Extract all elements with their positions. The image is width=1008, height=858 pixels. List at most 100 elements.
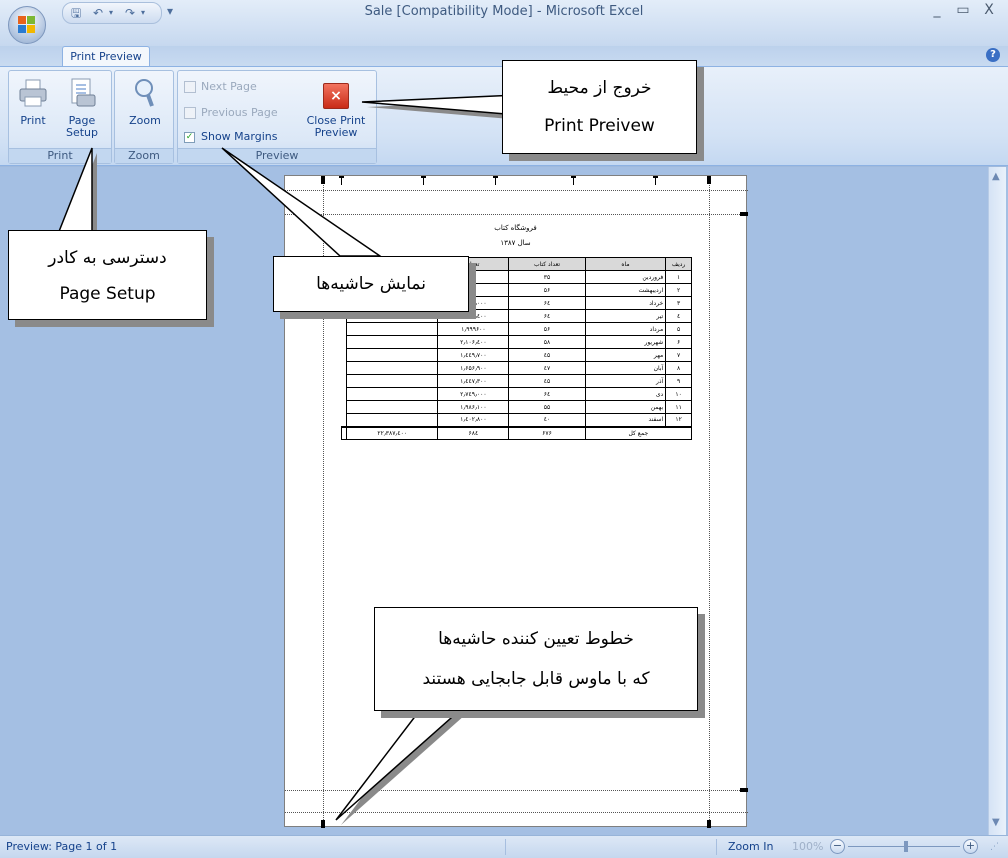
table-row: ۱۰ دی ۶٤ ۲٫۷٤۹٫۰۰۰ — [342, 387, 692, 401]
zoom-group: Zoom Zoom — [114, 70, 174, 164]
zoom-slider-thumb[interactable] — [904, 841, 908, 852]
previous-page-button[interactable]: Previous Page — [184, 105, 278, 121]
zoom-in-label: Zoom In — [728, 840, 774, 853]
table-row: ۹ آذر ٤۵ ۱٫٤٤۷٫۳۰۰ — [342, 374, 692, 388]
show-margins-checkbox[interactable]: ✓ Show Margins — [184, 129, 277, 145]
right-margin-handle-bottom[interactable] — [707, 820, 711, 828]
next-page-button[interactable]: Next Page — [184, 79, 257, 95]
amount-cell: ۱٫۹۸۶٫۱۰۰ — [437, 400, 510, 414]
zoom-button[interactable]: Zoom — [123, 77, 167, 127]
top-margin-handle[interactable] — [740, 212, 748, 216]
right-margin-handle[interactable] — [707, 176, 711, 184]
previous-page-label: Previous Page — [201, 106, 278, 119]
exit-preview-callout: خروج از محیط Print Preivew — [502, 60, 697, 154]
column-handle[interactable] — [339, 176, 344, 185]
show-margins-callout: نمایش حاشیه‌ها — [273, 256, 469, 312]
close-print-preview-button[interactable]: × Close Print Preview — [300, 75, 372, 139]
row-number-cell: ۲ — [665, 283, 692, 297]
month-cell: بهمن — [584, 400, 667, 414]
header-margin-line[interactable] — [285, 190, 748, 191]
amount-cell: ۱٫۹۹۹۶۰۰ — [437, 322, 510, 336]
amount-cell: ۱٫٤٤۷٫۳۰۰ — [437, 374, 510, 388]
printer-icon — [18, 77, 48, 109]
print-group: Print Page Setup Print — [8, 70, 112, 164]
zoom-level[interactable]: 100% — [792, 840, 823, 853]
row-number-cell: ۱۱ — [665, 400, 692, 414]
empty-cell — [345, 400, 439, 414]
page-setup-callout: دسترسی به کادر Page Setup — [8, 230, 207, 320]
next-page-icon — [184, 81, 196, 93]
close-label-line2: Preview — [314, 126, 358, 139]
resize-grip-icon[interactable]: ⋰ — [990, 842, 999, 852]
month-cell: خرداد — [584, 296, 667, 310]
totals-books-cell: ۶۷۶ — [508, 425, 586, 440]
help-icon[interactable]: ? — [986, 48, 1000, 62]
totals-row: جمع کل ۶۷۶ ۶۸٤ ۲۲٫۳۸۷٫٤۰۰ — [341, 425, 693, 440]
right-margin-line[interactable] — [709, 176, 710, 828]
column-handle[interactable] — [653, 176, 658, 185]
totals-label: جمع کل — [584, 425, 693, 440]
page-setup-button[interactable]: Page Setup — [59, 77, 105, 139]
print-group-label: Print — [9, 148, 111, 163]
table-row: ۵ مرداد ۵۶ ۱٫۹۹۹۶۰۰ — [342, 322, 692, 336]
zoom-out-button[interactable]: − — [830, 839, 845, 854]
margin-lines-callout: خطوط تعیین کننده حاشیه‌ها که با ماوس قاب… — [374, 607, 698, 711]
table-row: ۸ آبان ٤۷ ۱٫۶۵۶٫۹۰۰ — [342, 361, 692, 375]
close-window-button[interactable]: X — [978, 2, 1000, 18]
footer-margin-line[interactable] — [285, 812, 748, 813]
checkmark-icon: ✓ — [184, 131, 195, 143]
empty-cell — [345, 322, 439, 336]
previous-page-icon — [184, 107, 196, 119]
column-handle[interactable] — [421, 176, 426, 185]
table-row: ۱۱ بهمن ۵۵ ۱٫۹۸۶٫۱۰۰ — [342, 400, 692, 414]
left-margin-handle[interactable] — [321, 176, 325, 184]
row-number-cell: ٤ — [665, 309, 692, 323]
month-cell: مهر — [584, 348, 667, 362]
books-cell: ٤۷ — [508, 361, 586, 375]
month-cell: آبان — [584, 361, 667, 375]
restore-button[interactable]: ▭ — [952, 2, 974, 18]
zoom-group-label: Zoom — [115, 148, 173, 163]
month-cell: اسفند — [584, 413, 667, 427]
table-row: ۱۲ اسفند ٤۰ ۱٫٤۰۲٫۸۰۰ — [342, 413, 692, 427]
minimize-button[interactable]: _ — [926, 2, 948, 18]
exit-callout-line2: Print Preivew — [544, 116, 655, 136]
amount-cell: ۱٫٤۰۲٫۸۰۰ — [437, 413, 510, 427]
status-divider — [716, 839, 717, 855]
table-row: ۷ مهر ٤۵ ۱٫٤٤۹٫۷۰۰ — [342, 348, 692, 362]
row-number-cell: ۷ — [665, 348, 692, 362]
top-margin-line[interactable] — [285, 214, 748, 215]
empty-cell — [341, 425, 347, 440]
books-cell: ۵۸ — [508, 335, 586, 349]
vertical-scrollbar[interactable]: ▲ ▼ — [988, 167, 1006, 835]
zoom-in-button[interactable]: + — [963, 839, 978, 854]
tab-print-preview[interactable]: Print Preview — [62, 46, 150, 67]
column-handle[interactable] — [571, 176, 576, 185]
print-button[interactable]: Print — [15, 77, 51, 127]
amount-cell: ۲٫۷٤۹٫۰۰۰ — [437, 387, 510, 401]
books-cell: ۶٤ — [508, 296, 586, 310]
totals-count-cell: ۶۸٤ — [437, 425, 510, 440]
lines-callout-line2: که با ماوس قابل جابجایی هستند — [422, 669, 650, 689]
page-setup-icon — [67, 77, 97, 109]
row-number-cell: ۶ — [665, 335, 692, 349]
row-number-cell: ۸ — [665, 361, 692, 375]
column-handle[interactable] — [493, 176, 498, 185]
show-margins-label: Show Margins — [201, 130, 278, 143]
books-cell: ۶٤ — [508, 387, 586, 401]
month-cell: تیر — [584, 309, 667, 323]
magnifier-icon — [130, 77, 160, 109]
bottom-margin-handle[interactable] — [740, 788, 748, 792]
amount-cell: ۲٫۱۰۶٫٤۰۰ — [437, 335, 510, 349]
amount-cell: ۱٫٤٤۹٫۷۰۰ — [437, 348, 510, 362]
empty-cell — [345, 413, 439, 427]
table-row: ۶ شهریور ۵۸ ۲٫۱۰۶٫٤۰۰ — [342, 335, 692, 349]
books-cell: ۵۵ — [508, 400, 586, 414]
books-cell: ۵۶ — [508, 322, 586, 336]
scroll-up-icon[interactable]: ▲ — [992, 171, 1000, 182]
bottom-margin-line[interactable] — [285, 790, 748, 791]
page-status: Preview: Page 1 of 1 — [6, 840, 118, 853]
left-margin-handle-bottom[interactable] — [321, 820, 325, 828]
month-cell: مرداد — [584, 322, 667, 336]
scroll-down-icon[interactable]: ▼ — [992, 817, 1000, 828]
